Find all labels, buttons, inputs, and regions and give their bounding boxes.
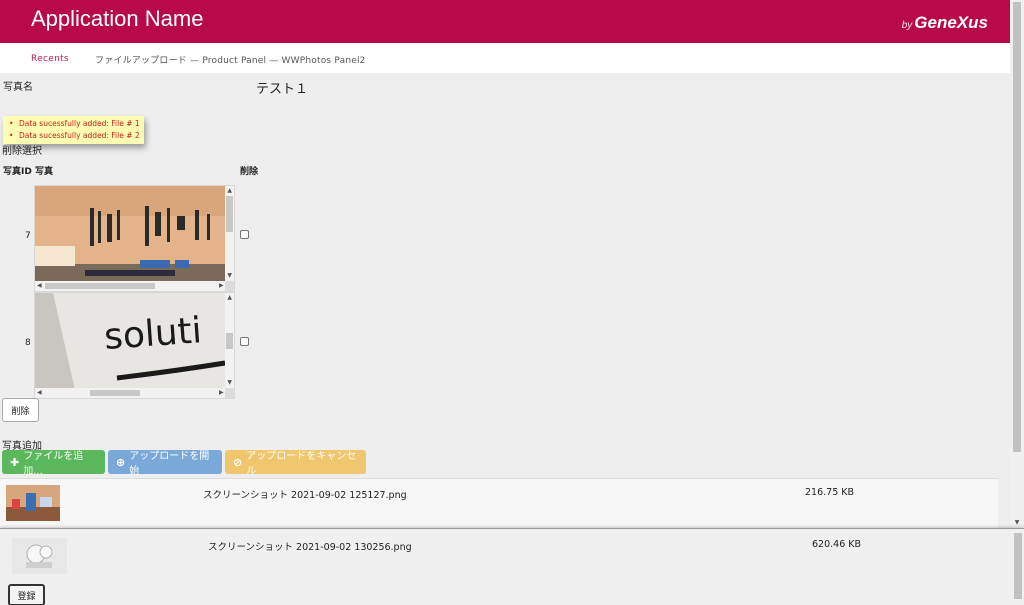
cancel-circle-icon: ⊘: [233, 455, 243, 469]
add-files-button[interactable]: ✚ ファイルを追加...: [2, 450, 105, 477]
brand-name: GeneXus: [914, 13, 988, 32]
start-upload-button[interactable]: ⊕ アップロードを開始: [108, 450, 222, 477]
scroll-up-arrow-icon[interactable]: ▲: [227, 188, 232, 194]
file-name: スクリーンショット 2021-09-02 125127.png: [203, 490, 407, 501]
scroll-down-arrow-icon[interactable]: ▼: [1010, 519, 1024, 526]
app-name[interactable]: Application Name: [31, 6, 203, 32]
cancel-upload-button[interactable]: ⊘ アップロードをキャンセル: [225, 450, 366, 477]
register-button[interactable]: 登録: [8, 584, 45, 605]
message-list: Data sucessfully added: File # 1 Data su…: [3, 116, 144, 144]
file-thumbnail: [6, 485, 60, 521]
genexus-logo: by GeneXus: [902, 13, 988, 33]
scroll-right-arrow-icon[interactable]: ▶: [219, 283, 224, 289]
add-files-label: ファイルを追加...: [23, 451, 84, 477]
scroll-right-arrow-icon[interactable]: ▶: [219, 390, 224, 396]
photo-id-cell: 7: [25, 231, 31, 241]
message-item: Data sucessfully added: File # 2: [9, 130, 140, 142]
file-name: スクリーンショット 2021-09-02 130256.png: [208, 542, 412, 553]
scroll-up-arrow-icon[interactable]: ▲: [227, 295, 232, 301]
start-upload-label: アップロードを開始: [129, 451, 210, 477]
recents-bar: Recents ファイルアップロード — Product Panel — WWP…: [0, 43, 1010, 73]
photo-name-value: テスト１: [256, 82, 309, 97]
message-item: Data sucessfully added: File # 1: [9, 118, 140, 130]
plus-icon: ✚: [10, 455, 20, 469]
solution-photo: soluti: [35, 293, 227, 390]
grid-header-delete: 削除: [240, 167, 259, 177]
scroll-left-arrow-icon[interactable]: ◀: [37, 283, 42, 289]
photo-image-frame[interactable]: soluti ▲ ▼ ◀ ▶: [34, 292, 235, 399]
grid-header-id-photo: 写真ID 写真: [3, 167, 53, 177]
image-vertical-scrollbar[interactable]: [225, 186, 234, 283]
file-size: 216.75 KB: [805, 487, 855, 498]
page-scrollbar[interactable]: ▼: [1010, 0, 1024, 530]
image-vertical-scrollbar[interactable]: [225, 293, 234, 390]
delete-checkbox[interactable]: [240, 230, 249, 239]
recents-link[interactable]: Recents: [31, 54, 69, 64]
photo-name-label: 写真名: [3, 82, 33, 93]
breadcrumb[interactable]: ファイルアップロード — Product Panel — WWPhotos Pa…: [95, 53, 366, 66]
image-horizontal-scrollbar[interactable]: [35, 281, 227, 291]
panel-scrollbar[interactable]: [1012, 529, 1024, 605]
cancel-upload-label: アップロードをキャンセル: [246, 451, 357, 477]
app-header: Application Name by GeneXus: [0, 0, 1010, 43]
delete-select-label: 削除選択: [2, 146, 42, 157]
upload-circle-icon: ⊕: [116, 455, 126, 469]
delete-button[interactable]: 削除: [2, 398, 39, 422]
photo-id-cell: 8: [25, 338, 31, 348]
delete-checkbox[interactable]: [240, 337, 249, 346]
upload-file-row: スクリーンショット 2021-09-02 125127.png 216.75 K…: [0, 478, 998, 528]
scroll-down-arrow-icon[interactable]: ▼: [227, 273, 232, 279]
file-size: 620.46 KB: [812, 539, 862, 550]
scroll-left-arrow-icon[interactable]: ◀: [37, 390, 42, 396]
workbench-photo: [35, 186, 227, 283]
upload-file-row: スクリーンショット 2021-09-02 130256.png 620.46 K…: [0, 529, 998, 579]
image-horizontal-scrollbar[interactable]: [35, 388, 227, 398]
photo-image-frame[interactable]: ▲ ▼ ◀ ▶: [34, 185, 235, 292]
file-thumbnail: [12, 538, 67, 574]
svg-text:soluti: soluti: [103, 310, 203, 358]
brand-by: by: [901, 20, 913, 31]
bottom-panel: スクリーンショット 2021-09-02 130256.png 620.46 K…: [0, 528, 1024, 605]
scroll-down-arrow-icon[interactable]: ▼: [227, 380, 232, 386]
page-scrollbar-thumb[interactable]: [1013, 2, 1021, 452]
